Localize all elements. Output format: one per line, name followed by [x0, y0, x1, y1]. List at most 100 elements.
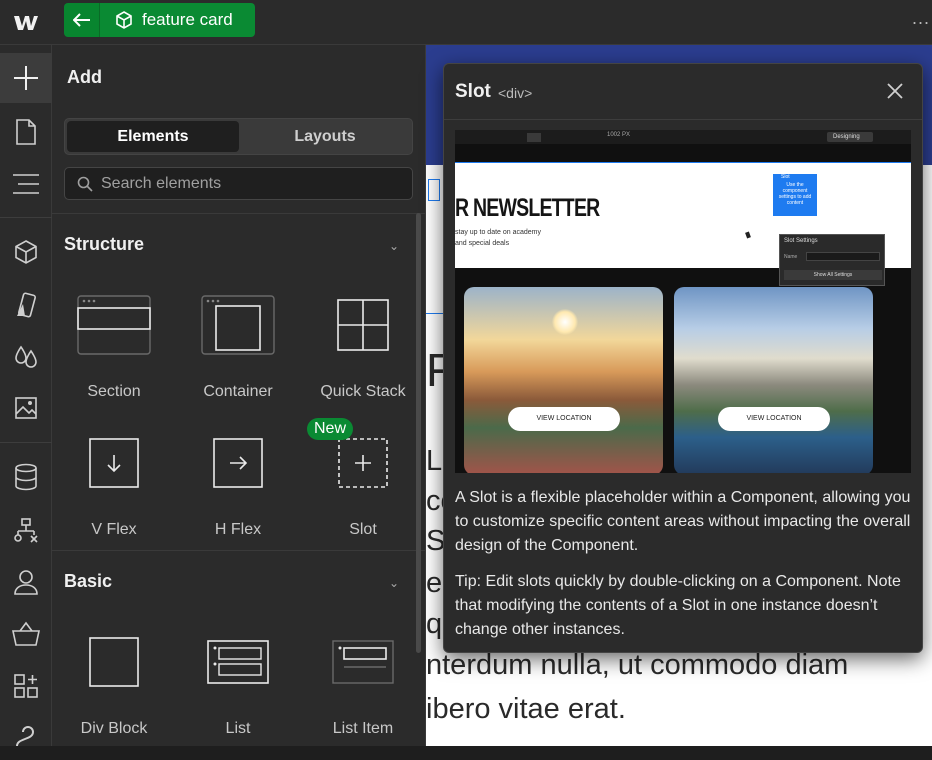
- preview-card-button: VIEW LOCATION: [508, 407, 620, 431]
- new-badge: New: [307, 418, 354, 440]
- cms-button[interactable]: [0, 452, 52, 502]
- close-icon: [887, 83, 903, 99]
- canvas-text-line: nterdum nulla, ut commodo diam: [426, 649, 849, 681]
- users-button[interactable]: [0, 557, 52, 607]
- preview-sub2: and special deals: [455, 240, 510, 247]
- tile-label: Slot: [349, 521, 377, 538]
- div-block-element-tile[interactable]: Div Block: [52, 622, 176, 742]
- preview-card-photo-1: VIEW LOCATION: [464, 287, 663, 473]
- user-icon: [14, 570, 38, 595]
- h-flex-element-tile[interactable]: H Flex: [176, 423, 300, 543]
- tile-label: V Flex: [91, 521, 137, 538]
- cursor-icon: [745, 231, 751, 239]
- styles-button[interactable]: [0, 280, 52, 330]
- popover-description: A Slot is a flexible placeholder within …: [455, 489, 911, 554]
- image-icon: [15, 397, 37, 419]
- search-icon: [77, 176, 93, 192]
- tile-label: Div Block: [80, 720, 148, 737]
- preview-settings-field: Name: [784, 254, 798, 260]
- panel-title: Add: [67, 67, 102, 87]
- tile-label: List Item: [332, 720, 394, 737]
- popover-title: Slot: [455, 81, 491, 102]
- quick-stack-icon: [301, 285, 425, 365]
- h-flex-icon: [176, 423, 300, 503]
- database-icon: [15, 463, 37, 491]
- slot-preview-image: 1002 PX Designing R NEWSLETTER stay up t…: [455, 130, 911, 473]
- apps-button[interactable]: [0, 661, 52, 711]
- chevron-down-icon[interactable]: ⌄: [389, 576, 399, 590]
- search-elements-input[interactable]: Search elements: [64, 167, 413, 200]
- apps-grid-icon: [14, 674, 38, 698]
- preview-mode: Designing: [827, 132, 873, 142]
- tab-elements[interactable]: Elements: [67, 121, 239, 152]
- webflow-logo-icon[interactable]: [0, 0, 52, 45]
- close-button[interactable]: [886, 82, 904, 100]
- preview-heading: R NEWSLETTER: [455, 194, 600, 222]
- preview-card-button: VIEW LOCATION: [718, 407, 830, 431]
- elements-layouts-toggle: Elements Layouts: [64, 118, 413, 155]
- slot-element-tile[interactable]: Slot: [301, 423, 425, 543]
- v-flex-element-tile[interactable]: V Flex: [52, 423, 176, 543]
- list-element-tile[interactable]: List: [176, 622, 300, 742]
- selection-handle[interactable]: [428, 179, 440, 201]
- cube-icon: [15, 240, 37, 264]
- component-breadcrumb[interactable]: feature card: [100, 3, 255, 37]
- search-placeholder: Search elements: [101, 174, 222, 192]
- quick-stack-element-tile[interactable]: Quick Stack: [301, 285, 425, 405]
- preview-tab: [527, 133, 541, 142]
- integrations-button[interactable]: [0, 710, 52, 760]
- logic-button[interactable]: [0, 505, 52, 555]
- assets-button[interactable]: [0, 383, 52, 433]
- preview-card-photo-2: VIEW LOCATION: [674, 287, 873, 473]
- preview-zoom: 1002 PX: [607, 132, 631, 138]
- page-icon: [16, 119, 36, 145]
- preview-settings-title: Slot Settings: [784, 238, 818, 244]
- more-menu-button[interactable]: ...: [912, 8, 930, 29]
- component-box-icon: [116, 11, 132, 29]
- preview-slot-chip: Slot: [779, 174, 792, 180]
- ecommerce-button[interactable]: [0, 609, 52, 659]
- tile-label: Quick Stack: [320, 383, 406, 400]
- pages-button[interactable]: [0, 107, 52, 157]
- canvas-text-line: ibero vitae erat.: [426, 693, 626, 725]
- add-panel: Add Elements Layouts Search elements Str…: [52, 45, 426, 746]
- slot-info-popover: Slot <div> 1002 PX Designing R NEWSLETTE…: [443, 63, 923, 653]
- list-item-element-tile[interactable]: List Item: [301, 622, 425, 742]
- container-icon: [176, 285, 300, 365]
- style-brush-icon: [17, 292, 36, 318]
- navigator-icon: [13, 174, 39, 194]
- components-button[interactable]: [0, 227, 52, 277]
- back-button[interactable]: [64, 3, 100, 37]
- v-flex-icon: [52, 423, 176, 503]
- drops-icon: [15, 345, 37, 368]
- basket-icon: [12, 621, 40, 646]
- flow-icon: [14, 518, 38, 543]
- popover-tag: <div>: [498, 85, 533, 101]
- variables-button[interactable]: [0, 331, 52, 381]
- section-element-tile[interactable]: Section: [52, 285, 176, 405]
- component-name: feature card: [142, 10, 233, 29]
- add-panel-button[interactable]: [0, 53, 52, 103]
- popover-tip: Tip: Edit slots quickly by double-clicki…: [455, 573, 901, 638]
- tile-label: H Flex: [214, 521, 262, 538]
- list-item-icon: [301, 622, 425, 702]
- div-block-icon: [52, 622, 176, 702]
- chevron-down-icon[interactable]: ⌄: [389, 239, 399, 253]
- tile-label: List: [225, 720, 251, 737]
- preview-slot-box: Use the component settings to add conten…: [773, 174, 817, 216]
- preview-settings-button: Show All Settings: [784, 270, 882, 280]
- container-element-tile[interactable]: Container: [176, 285, 300, 405]
- left-toolbar: [0, 45, 52, 747]
- structure-heading[interactable]: Structure: [64, 234, 144, 255]
- plus-icon: [14, 66, 38, 90]
- preview-toolbar: 1002 PX Designing: [455, 130, 911, 144]
- list-icon: [176, 622, 300, 702]
- tile-label: Container: [203, 383, 273, 400]
- navigator-button[interactable]: [0, 159, 52, 209]
- panel-scrollbar[interactable]: [416, 213, 421, 653]
- preview-sub1: stay up to date on academy: [455, 229, 541, 236]
- arrow-left-icon: [72, 13, 90, 27]
- top-bar: feature card ...: [0, 0, 932, 45]
- tab-layouts[interactable]: Layouts: [239, 121, 411, 152]
- basic-heading[interactable]: Basic: [64, 571, 112, 592]
